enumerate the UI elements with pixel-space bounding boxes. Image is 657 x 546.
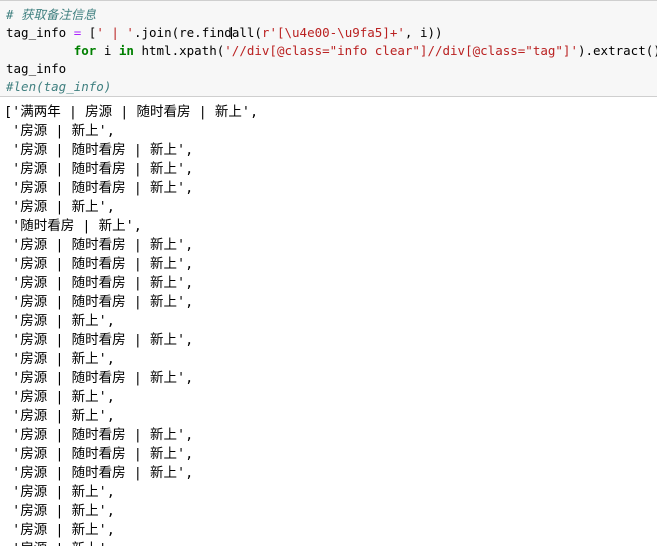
output-line: '房源 | 随时看房 | 新上', [4, 370, 194, 386]
output-line: '房源 | 随时看房 | 新上', [4, 294, 194, 310]
output-line: '房源 | 新上', [4, 313, 115, 329]
output-line: '房源 | 随时看房 | 新上', [4, 275, 194, 291]
output-line: '房源 | 新上', [4, 540, 657, 546]
code-line: for i in html.xpath('//div[@class="info … [6, 42, 657, 60]
output-line: '房源 | 新上', [4, 484, 115, 500]
output-line: '房源 | 随时看房 | 新上', [4, 332, 194, 348]
output-line: '房源 | 新上', [4, 503, 115, 519]
code-token-comment: #len(tag_info) [6, 79, 112, 94]
code-token-plain: tag_info [6, 25, 74, 40]
output-line: '房源 | 新上', [4, 389, 115, 405]
code-line: tag_info [6, 60, 657, 78]
output-line: '房源 | 随时看房 | 新上', [4, 142, 194, 158]
code-token-string: '//div[@class="info clear"]//div[@class=… [224, 43, 578, 58]
code-editor[interactable]: # 获取备注信息 tag_info = [' | '.join(re.findal… [0, 1, 657, 96]
code-token-plain: html.xpath( [133, 43, 225, 58]
code-token-string: r'[\u4e00-\u9fa5]+' [261, 25, 405, 40]
notebook-page: # 获取备注信息 tag_info = [' | '.join(re.findal… [0, 0, 657, 546]
output-text-block: ['满两年 | 房源 | 随时看房 | 新上', '房源 | 新上', '房源 … [0, 99, 657, 546]
code-token-plain: tag_info [6, 61, 67, 76]
output-line: '房源 | 随时看房 | 新上', [4, 180, 194, 196]
code-token-plain: all( [231, 25, 262, 40]
output-line: '房源 | 随时看房 | 新上', [4, 446, 194, 462]
code-token-plain: .join(re.find [133, 25, 232, 40]
code-token-comment: # 获取备注信息 [6, 7, 97, 22]
code-line: # 获取备注信息 [6, 6, 657, 24]
output-line: '随时看房 | 新上', [4, 218, 142, 234]
code-line: #len(tag_info) [6, 78, 657, 96]
code-token-plain: [ [81, 25, 97, 40]
code-token-plain: , i)) [404, 25, 443, 40]
code-token-keyword: for [73, 43, 97, 58]
output-line: ['满两年 | 房源 | 随时看房 | 新上', [4, 104, 259, 120]
output-line: '房源 | 随时看房 | 新上', [4, 237, 194, 253]
output-line: '房源 | 随时看房 | 新上', [4, 256, 194, 272]
code-token-plain: i [96, 43, 119, 58]
output-line: '房源 | 随时看房 | 新上', [4, 161, 194, 177]
output-line: '房源 | 随时看房 | 新上', [4, 465, 194, 481]
code-token-plain: ).extract()] [577, 43, 657, 58]
code-token-keyword: in [118, 43, 134, 58]
output-line: '房源 | 新上', [4, 123, 115, 139]
output-line: '房源 | 新上', [4, 199, 115, 215]
code-line: tag_info = [' | '.join(re.findall(r'[\u4… [6, 24, 657, 42]
output-line: '房源 | 新上', [4, 351, 115, 367]
cell-output-area: ['满两年 | 房源 | 随时看房 | 新上', '房源 | 新上', '房源 … [0, 99, 657, 546]
output-line: '房源 | 随时看房 | 新上', [4, 427, 194, 443]
output-line: '房源 | 新上', [4, 522, 115, 538]
code-cell[interactable]: # 获取备注信息 tag_info = [' | '.join(re.findal… [0, 0, 657, 97]
output-line: '房源 | 新上', [4, 408, 115, 424]
code-token-string: ' | ' [96, 25, 134, 40]
